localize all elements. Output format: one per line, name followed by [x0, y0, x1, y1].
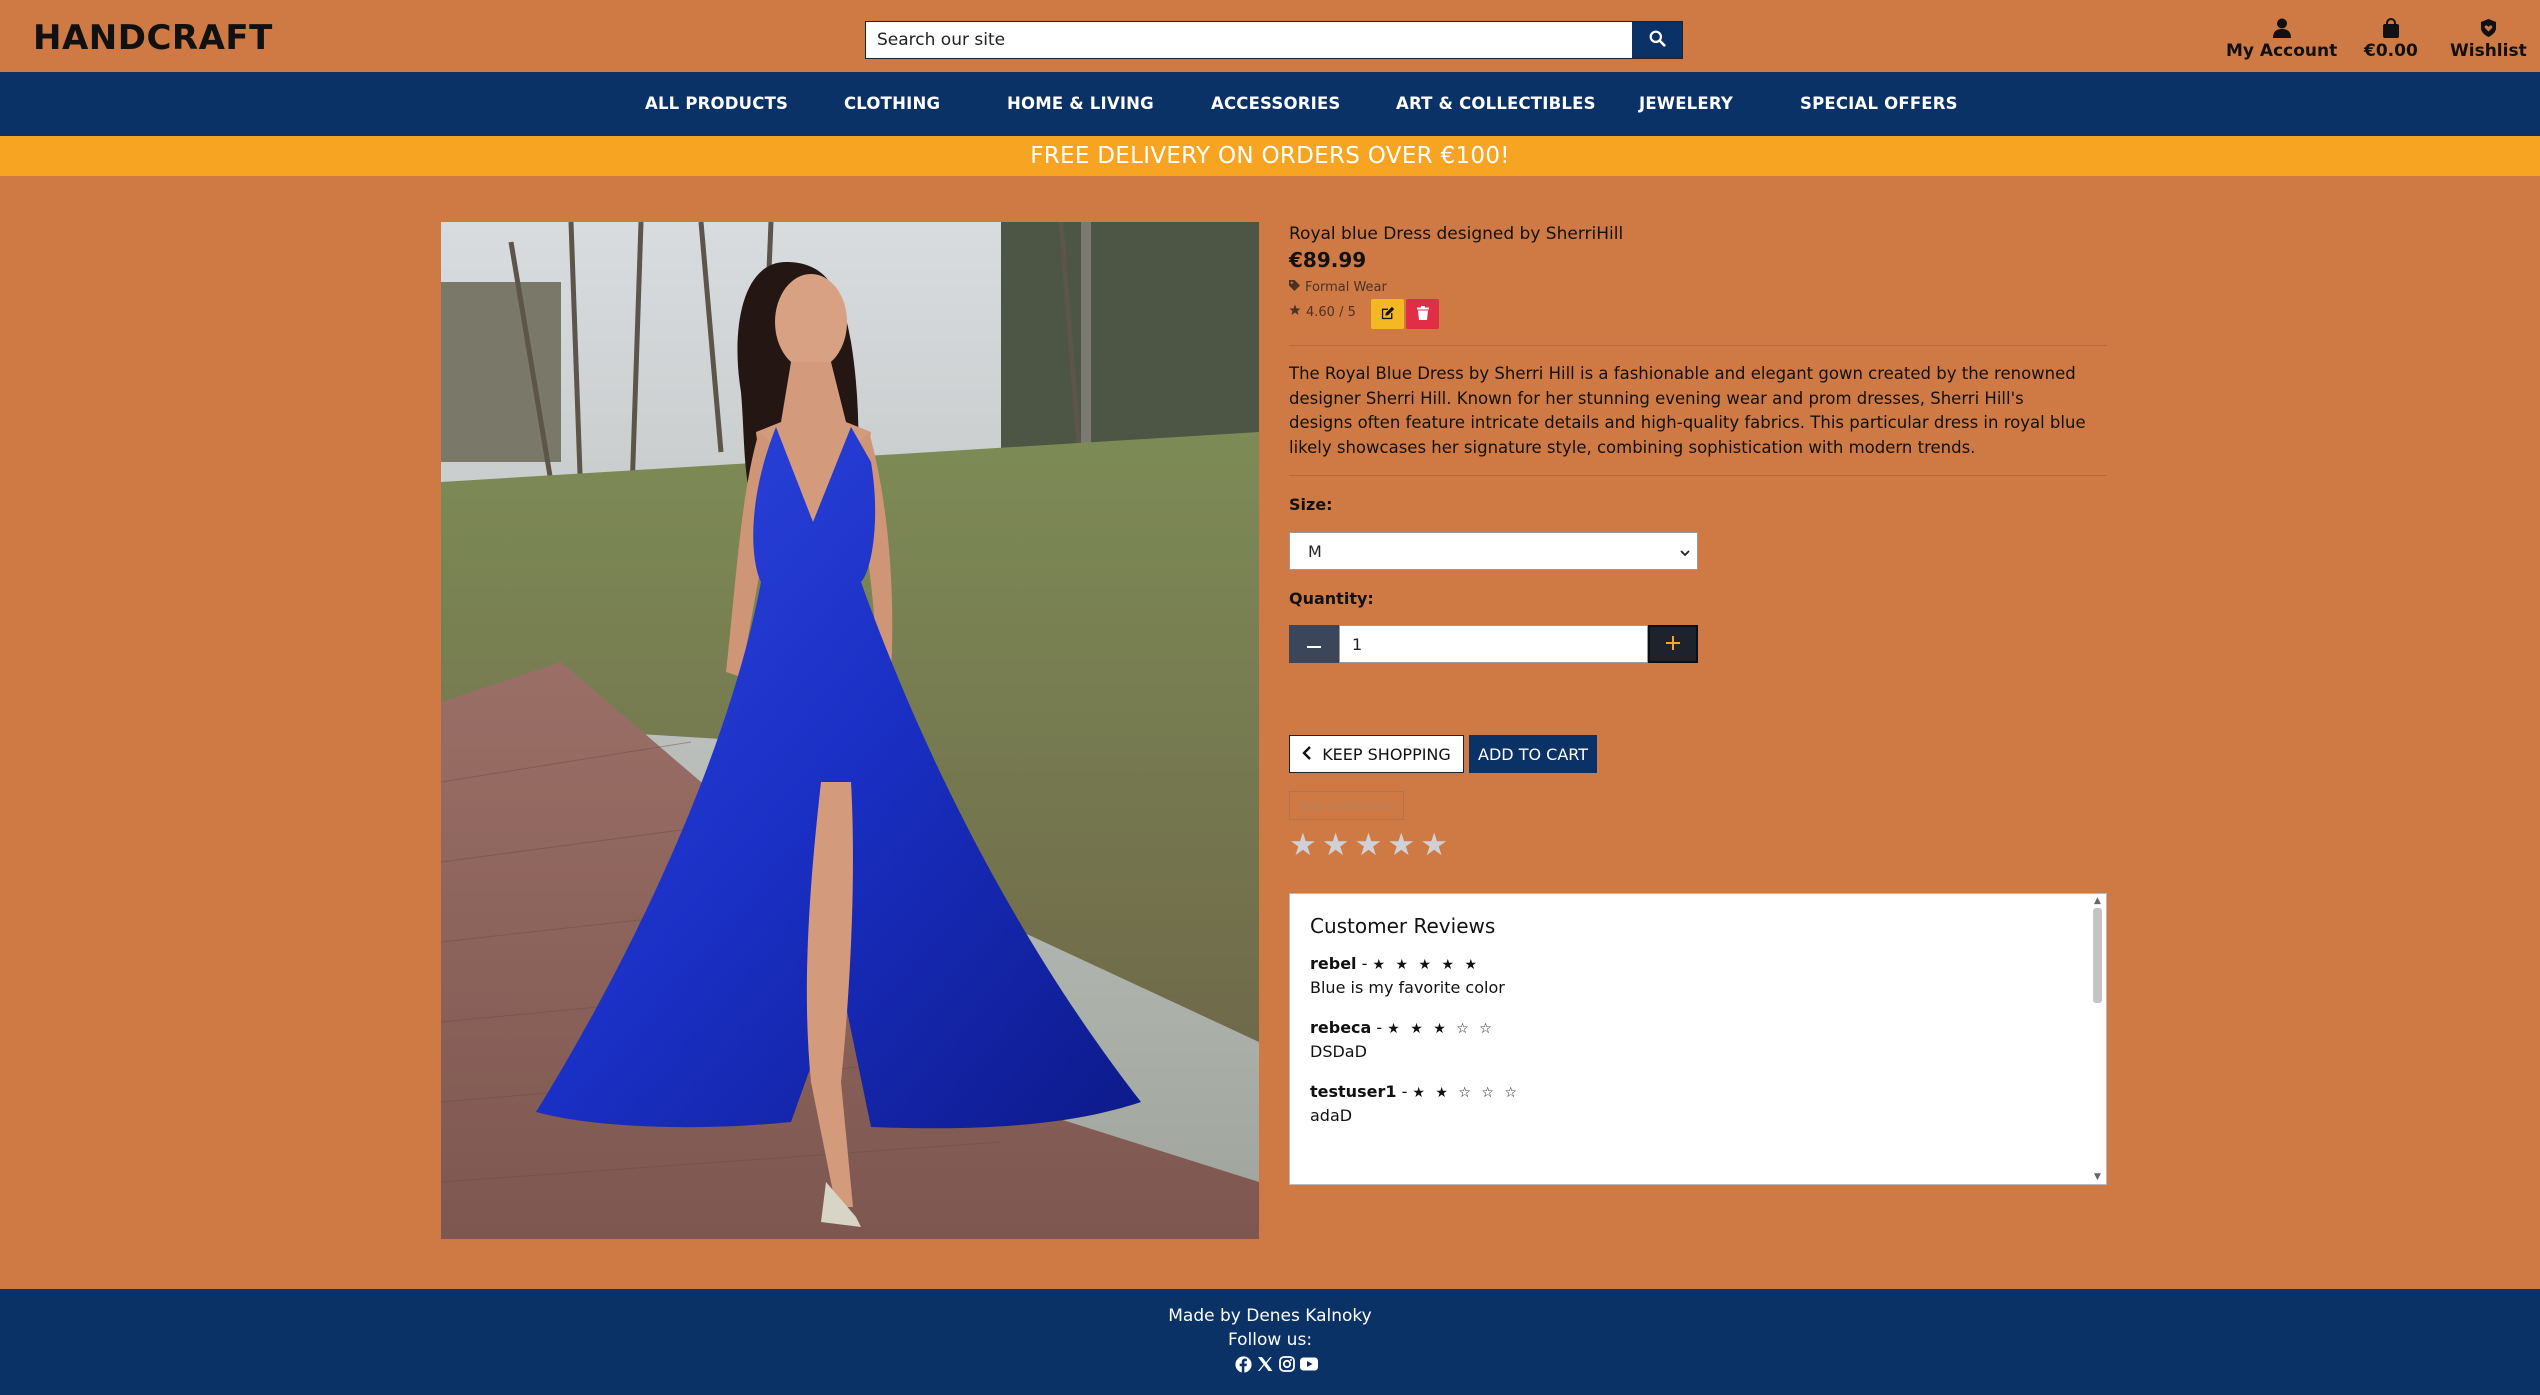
divider [1289, 475, 2107, 476]
review-separator: - [1401, 1082, 1413, 1101]
reviews-title: Customer Reviews [1310, 914, 1496, 938]
reviews-scrollbar[interactable]: ▲ ▼ [2089, 894, 2106, 1184]
minus-icon [1307, 637, 1321, 652]
product-image [441, 222, 1259, 1239]
decrease-quantity-button[interactable] [1289, 625, 1339, 663]
keep-shopping-label: Keep Shopping [1322, 744, 1451, 764]
shopping-bag-icon [2382, 15, 2400, 41]
quantity-stepper [1289, 625, 1698, 663]
scrollbar-thumb[interactable] [2093, 908, 2102, 1003]
reviews-list: Customer Reviews rebel - ★ ★ ★ ★ ★ Blue … [1290, 894, 2090, 1184]
footer-follow-label: Follow us: [1227, 1330, 1313, 1350]
nav-jewelery[interactable]: JEWELERY [1639, 72, 1733, 136]
size-selected-value: M [1308, 541, 1322, 561]
product-description: The Royal Blue Dress by Sherri Hill is a… [1289, 364, 2086, 457]
product-category: Formal Wear [1289, 280, 1387, 295]
wishlist-link[interactable]: Wishlist [2450, 15, 2527, 61]
edit-icon [1381, 306, 1395, 323]
nav-clothing[interactable]: CLOTHING [844, 72, 940, 136]
nav-all-products[interactable]: ALL PRODUCTS [645, 72, 788, 136]
review-separator: - [1376, 1018, 1388, 1037]
brand-logo[interactable]: HANDCRAFT [33, 18, 273, 58]
rate-star-3[interactable]: ★ [1355, 828, 1383, 862]
search-form [865, 21, 1683, 59]
nav-accessories[interactable]: ACCESSORIES [1211, 72, 1341, 136]
review-text: adaD [1310, 1106, 1353, 1125]
quantity-label: Quantity: [1289, 589, 1374, 608]
delete-product-button[interactable] [1406, 299, 1439, 329]
rate-star-4[interactable]: ★ [1387, 828, 1415, 862]
site-footer: Made by Denes Kalnoky Follow us: [0, 1289, 2540, 1395]
star-icon [1289, 304, 1301, 320]
nav-art-collectibles[interactable]: ART & COLLECTIBLES [1396, 72, 1596, 136]
quantity-input[interactable] [1339, 625, 1648, 663]
product-title: Royal blue Dress designed by SherriHill [1289, 224, 1624, 244]
search-button[interactable] [1632, 22, 1682, 58]
size-select[interactable]: M [1289, 532, 1698, 570]
scroll-down-arrow-icon[interactable]: ▼ [2089, 1172, 2106, 1182]
increase-quantity-button[interactable] [1648, 625, 1698, 663]
review-item: rebel - ★ ★ ★ ★ ★ Blue is my favorite co… [1310, 953, 2070, 1000]
rate-star-1[interactable]: ★ [1289, 828, 1317, 862]
tag-icon [1289, 280, 1300, 295]
cart-total: €0.00 [2364, 41, 2418, 61]
footer-credit: Made by Denes Kalnoky [1168, 1306, 1372, 1326]
size-label: Size: [1289, 495, 1333, 514]
instagram-icon[interactable] [1278, 1355, 1296, 1373]
search-input[interactable] [866, 22, 1632, 58]
review-user: rebeca [1310, 1018, 1372, 1037]
category-label: Formal Wear [1305, 280, 1387, 295]
rate-product-stars: ★ ★ ★ ★ ★ [1289, 828, 1448, 862]
my-account-link[interactable]: My Account [2226, 15, 2337, 61]
add-to-cart-button[interactable]: Add to Cart [1469, 735, 1597, 773]
review-stars: ★ ★ ☆ ☆ ☆ [1412, 1085, 1520, 1101]
site-header: HANDCRAFT My Account €0.00 Wishlist [0, 0, 2540, 72]
heart-shield-icon [2480, 15, 2497, 41]
scroll-up-arrow-icon[interactable]: ▲ [2089, 896, 2106, 906]
add-to-wishlist-button[interactable]: Add to Wishlist [1289, 791, 1404, 820]
review-user: testuser1 [1310, 1082, 1397, 1101]
rate-star-2[interactable]: ★ [1322, 828, 1350, 862]
rate-star-5[interactable]: ★ [1420, 828, 1448, 862]
divider [1289, 345, 2107, 346]
user-icon [2272, 15, 2291, 41]
edit-product-button[interactable] [1371, 299, 1404, 329]
search-icon [1649, 30, 1666, 50]
youtube-icon[interactable] [1300, 1355, 1318, 1373]
trash-icon [1416, 305, 1429, 323]
nav-home-living[interactable]: HOME & LIVING [1007, 72, 1154, 136]
chevron-left-icon [1302, 745, 1312, 764]
cart-link[interactable]: €0.00 [2364, 15, 2418, 61]
review-text: DSDaD [1310, 1042, 1367, 1061]
social-links [1234, 1355, 1318, 1373]
review-stars: ★ ★ ★ ★ ★ [1372, 957, 1481, 973]
chevron-down-icon [1679, 544, 1691, 563]
product-price: €89.99 [1289, 248, 1367, 272]
customer-reviews-panel: Customer Reviews rebel - ★ ★ ★ ★ ★ Blue … [1289, 893, 2107, 1185]
review-item: testuser1 - ★ ★ ☆ ☆ ☆ adaD [1310, 1081, 2070, 1128]
free-delivery-banner: FREE DELIVERY ON ORDERS OVER €100! [0, 136, 2540, 176]
review-stars: ★ ★ ★ ☆ ☆ [1387, 1021, 1495, 1037]
main-nav: ALL PRODUCTS CLOTHING HOME & LIVING ACCE… [0, 72, 2540, 136]
facebook-icon[interactable] [1234, 1355, 1252, 1373]
my-account-label: My Account [2226, 41, 2338, 61]
review-text: Blue is my favorite color [1310, 978, 1505, 997]
product-rating: 4.60 / 5 [1289, 304, 1356, 320]
nav-special-offers[interactable]: SPECIAL OFFERS [1800, 72, 1958, 136]
wishlist-label: Wishlist [2450, 41, 2527, 61]
review-user: rebel [1310, 954, 1357, 973]
rating-value: 4.60 / 5 [1306, 304, 1356, 320]
keep-shopping-button[interactable]: Keep Shopping [1289, 735, 1464, 773]
review-separator: - [1361, 954, 1373, 973]
x-icon[interactable] [1256, 1355, 1274, 1373]
plus-icon [1666, 635, 1680, 653]
review-item: rebeca - ★ ★ ★ ☆ ☆ DSDaD [1310, 1017, 2070, 1064]
